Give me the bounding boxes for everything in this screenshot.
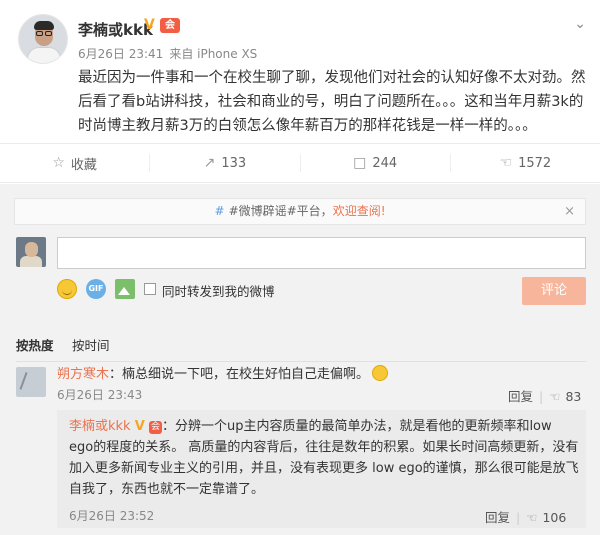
sort-by-hot-tab[interactable]: 按热度: [16, 335, 54, 354]
comment-body: ：楠总细说一下吧，在校生好怕自己走偏啊。: [109, 367, 370, 382]
repost-count: 133: [221, 155, 247, 171]
reply-like-count: 106: [542, 510, 567, 525]
close-icon[interactable]: ×: [564, 199, 575, 224]
hashtag-icon: #: [214, 204, 225, 218]
avatar-body: [27, 47, 61, 63]
submit-comment-button[interactable]: 评论: [522, 277, 586, 305]
sort-bar: 按热度 按时间: [0, 327, 600, 362]
repost-checkbox[interactable]: [144, 283, 156, 295]
nested-reply: 李楠或kkk V 会：分辨一个up主内容质量的最简单办法，就是看他的更新频率和l…: [57, 410, 586, 528]
avatar-hair: [34, 21, 54, 30]
divider: [16, 361, 586, 362]
sort-by-time-tab[interactable]: 按时间: [72, 335, 110, 354]
comment-text: 朔方寒木：楠总细说一下吧，在校生好怕自己走偏啊。: [57, 365, 577, 385]
comment-panel: # #微博辟谣#平台，欢迎查阅! × GIF 同时转发到我的微博 评论 按热度 按…: [0, 184, 600, 535]
comment-count: 244: [372, 155, 398, 171]
gif-icon[interactable]: GIF: [86, 279, 106, 299]
author-avatar[interactable]: [18, 14, 68, 64]
post-action-bar: ☆ 收藏 ↗ 133 □ 244 ☜ 1572: [0, 143, 600, 183]
favorite-button[interactable]: ☆ 收藏: [0, 154, 151, 173]
post-meta: 6月26日 23:41 来自 iPhone XS: [78, 45, 257, 62]
crying-laughing-emoji-icon: [372, 365, 389, 381]
verified-badge-icon: V: [134, 419, 145, 434]
like-button[interactable]: ☜ 1572: [451, 154, 600, 172]
repost-checkbox-label[interactable]: 同时转发到我的微博: [162, 281, 275, 300]
emoji-icon[interactable]: [57, 279, 77, 299]
reply-button[interactable]: 回复: [485, 510, 510, 525]
repost-icon: ↗: [203, 155, 216, 171]
favorite-label: 收藏: [70, 157, 97, 173]
reply-body: ：分辨一个up主内容质量的最简单办法，就是看他的更新频率和low ego的程度的…: [69, 419, 579, 497]
notice-text: #微博辟谣#平台，: [228, 204, 333, 218]
author-name[interactable]: 李楠或kkk: [78, 19, 153, 40]
commenter-name[interactable]: 朔方寒木: [57, 367, 109, 382]
comment-like-count: 83: [565, 389, 582, 404]
comment-timestamp: 6月26日 23:43: [57, 388, 143, 402]
post-source: 来自 iPhone XS: [169, 47, 258, 61]
notice-link[interactable]: 欢迎查阅!: [333, 204, 386, 218]
vip-badge-icon: 会: [148, 421, 162, 434]
avatar-body: [20, 256, 42, 267]
avatar-glass-right: [45, 31, 52, 36]
reply-actions: 回复 | ☜ 106: [485, 507, 566, 526]
rumor-notice: # #微博辟谣#平台，欢迎查阅! ×: [14, 198, 586, 225]
thumbs-up-icon: ☜: [499, 155, 513, 171]
avatar-glass-left: [36, 31, 43, 36]
image-icon[interactable]: [115, 279, 135, 299]
thumbs-up-icon[interactable]: ☜: [526, 510, 537, 525]
divider: |: [516, 510, 521, 525]
like-count: 1572: [518, 155, 552, 171]
current-user-avatar: [16, 237, 46, 267]
repost-button[interactable]: ↗ 133: [150, 154, 301, 172]
reply-author-name[interactable]: 李楠或kkk: [69, 419, 131, 434]
comment-actions: 回复 | ☜ 83: [508, 386, 581, 405]
comment-input[interactable]: [57, 237, 586, 269]
star-icon: ☆: [52, 155, 65, 171]
chevron-down-icon[interactable]: ⌄: [574, 16, 586, 32]
vip-badge-icon: 会: [160, 18, 180, 33]
commenter-avatar[interactable]: [16, 367, 46, 397]
post-text: 最近因为一件事和一个在校生聊了聊，发现他们对社会的认知好像不太对劲。然后看了看b…: [78, 70, 586, 134]
thumbs-up-icon[interactable]: ☜: [549, 389, 560, 404]
comment-button[interactable]: □ 244: [301, 154, 451, 172]
reply-timestamp: 6月26日 23:52: [69, 509, 155, 523]
reply-text: 李楠或kkk V 会：分辨一个up主内容质量的最简单办法，就是看他的更新频率和l…: [69, 416, 579, 500]
comment-icon: □: [353, 155, 367, 171]
post-timestamp[interactable]: 6月26日 23:41: [78, 47, 163, 61]
verified-badge-icon: V: [144, 17, 155, 33]
reply-button[interactable]: 回复: [508, 389, 533, 404]
divider: |: [539, 389, 544, 404]
avatar-face: [25, 242, 38, 257]
